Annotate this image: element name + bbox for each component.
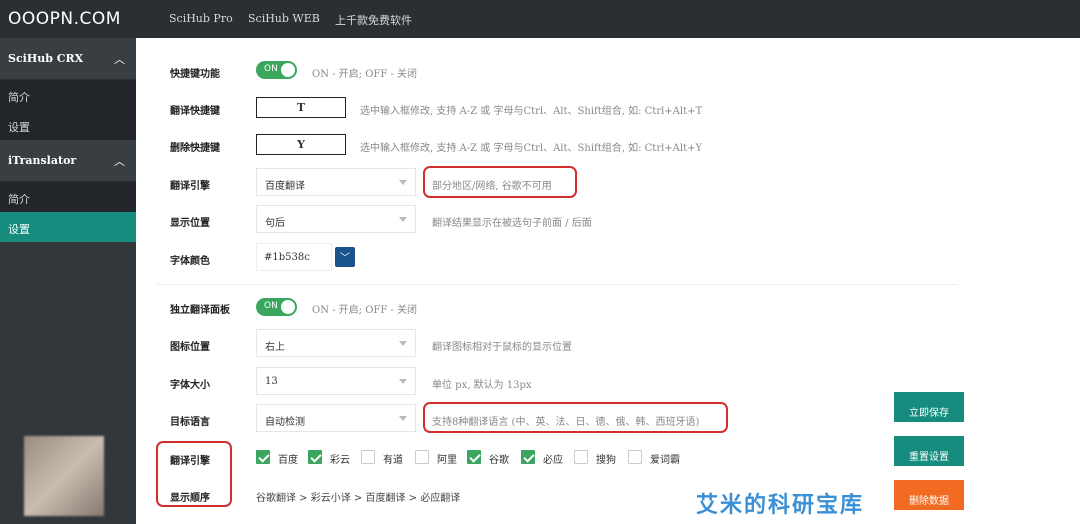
caret-down-icon — [399, 341, 407, 346]
toggle-knob — [281, 63, 295, 77]
font-size-select[interactable]: 13 — [256, 367, 416, 395]
delete-key-hint: 选中输入框修改, 支持 A-Z 或 字母与Ctrl、Alt、Shift组合, 如… — [360, 143, 703, 154]
delete-key-input[interactable]: Y — [256, 134, 346, 155]
save-button[interactable]: 立即保存 — [894, 392, 964, 422]
toggle-state: ON — [264, 301, 278, 311]
caret-down-icon — [399, 416, 407, 421]
icon-position-value: 右上 — [265, 342, 285, 353]
engine-checkbox-google[interactable] — [467, 450, 481, 464]
sidebar-item-itranslator-settings[interactable]: 设置 — [0, 212, 136, 242]
engine-checkbox-sogou[interactable] — [574, 450, 588, 464]
nav-scihub-web[interactable]: SciHub WEB — [248, 12, 320, 25]
caret-down-icon — [399, 180, 407, 185]
delete-data-button[interactable]: 删除数据 — [894, 480, 964, 510]
top-bar: OOOPN.COM SciHub Pro SciHub WEB 上千款免费软件 — [0, 0, 1080, 38]
highlight-box — [423, 166, 577, 198]
nav-free-software[interactable]: 上千款免费软件 — [335, 12, 412, 28]
engine-option-label: 阿里 — [437, 455, 457, 466]
position-label: 显示位置 — [170, 218, 210, 229]
engine-select-value: 百度翻译 — [265, 181, 305, 192]
target-lang-value: 自动检测 — [265, 417, 305, 428]
hotkey-label: 快捷键功能 — [170, 69, 220, 80]
translate-key-input[interactable]: T — [256, 97, 346, 118]
engine-checkbox-baidu[interactable] — [256, 450, 270, 464]
icon-position-hint: 翻译图标相对于鼠标的显示位置 — [432, 342, 572, 353]
font-size-value: 13 — [265, 376, 278, 387]
engine-checkbox-ali[interactable] — [415, 450, 429, 464]
panel-toggle[interactable]: ON — [256, 298, 297, 316]
icon-position-select[interactable]: 右上 — [256, 329, 416, 357]
sidebar: SciHub CRX ︿ 简介 设置 iTranslator ︿ 简介 设置 — [0, 38, 136, 524]
section-divider — [156, 284, 958, 285]
panel-hint: ON - 开启; OFF - 关闭 — [312, 305, 418, 316]
engine-checkbox-bing[interactable] — [521, 450, 535, 464]
caret-down-icon — [399, 217, 407, 222]
watermark-text: 艾米的科研宝库 — [696, 493, 865, 518]
sidebar-group-label: iTranslator — [8, 154, 77, 167]
sidebar-item-crx-intro[interactable]: 简介 — [0, 80, 136, 110]
font-color-label: 字体颜色 — [170, 256, 210, 267]
engine-option-label: 百度 — [278, 455, 298, 466]
chevron-down-icon: ﹀ — [340, 253, 350, 264]
engine-checkbox-caiyun[interactable] — [308, 450, 322, 464]
chevron-up-icon: ︿ — [114, 155, 125, 168]
translate-key-label: 翻译快捷键 — [170, 106, 220, 117]
target-lang-label: 目标语言 — [170, 417, 210, 428]
engine-option-label: 有道 — [383, 455, 403, 466]
translate-key-hint: 选中输入框修改, 支持 A-Z 或 字母与Ctrl、Alt、Shift组合, 如… — [360, 106, 703, 117]
engine-option-label: 爱词霸 — [650, 455, 680, 466]
engine-checkbox-iciba[interactable] — [628, 450, 642, 464]
hotkey-toggle[interactable]: ON — [256, 61, 297, 79]
position-hint: 翻译结果显示在被选句子前面 / 后面 — [432, 218, 592, 229]
sidebar-group-label: SciHub CRX — [8, 52, 84, 65]
reset-button[interactable]: 重置设置 — [894, 436, 964, 466]
highlight-box — [423, 402, 728, 433]
position-select[interactable]: 句后 — [256, 205, 416, 233]
sidebar-group-scihub-crx[interactable]: SciHub CRX ︿ — [0, 38, 136, 80]
sidebar-group-itranslator[interactable]: iTranslator ︿ — [0, 140, 136, 182]
avatar — [24, 436, 104, 516]
sidebar-item-crx-settings[interactable]: 设置 — [0, 110, 136, 140]
order-label: 显示顺序 — [170, 493, 210, 504]
engine-option-label: 彩云 — [330, 455, 350, 466]
color-picker-button[interactable]: ﹀ — [335, 247, 355, 267]
position-select-value: 句后 — [265, 218, 285, 229]
delete-key-label: 删除快捷键 — [170, 143, 220, 154]
toggle-state: ON — [264, 64, 278, 74]
target-lang-select[interactable]: 自动检测 — [256, 404, 416, 432]
font-color-input[interactable]: #1b538c — [256, 243, 332, 271]
settings-panel: 快捷键功能 ON ON - 开启; OFF - 关闭 翻译快捷键 T 选中输入框… — [136, 38, 1080, 524]
engine-option-label: 搜狗 — [596, 455, 616, 466]
engine-option-label: 谷歌 — [489, 455, 509, 466]
caret-down-icon — [399, 379, 407, 384]
display-order-list[interactable]: 谷歌翻译 > 彩云小译 > 百度翻译 > 必应翻译 — [256, 489, 460, 504]
font-size-hint: 单位 px, 默认为 13px — [432, 380, 532, 391]
engine-select[interactable]: 百度翻译 — [256, 168, 416, 196]
engine-option-label: 必应 — [543, 455, 563, 466]
toggle-knob — [281, 300, 295, 314]
panel-label: 独立翻译面板 — [170, 305, 230, 316]
sidebar-item-itranslator-intro[interactable]: 简介 — [0, 182, 136, 212]
icon-position-label: 图标位置 — [170, 342, 210, 353]
nav-scihub-pro[interactable]: SciHub Pro — [169, 12, 233, 25]
engine-label: 翻译引擎 — [170, 181, 210, 192]
font-size-label: 字体大小 — [170, 380, 210, 391]
engine-checkbox-youdao[interactable] — [361, 450, 375, 464]
hotkey-hint: ON - 开启; OFF - 关闭 — [312, 69, 418, 80]
site-logo[interactable]: OOOPN.COM — [8, 9, 121, 29]
chevron-up-icon: ︿ — [114, 53, 125, 66]
